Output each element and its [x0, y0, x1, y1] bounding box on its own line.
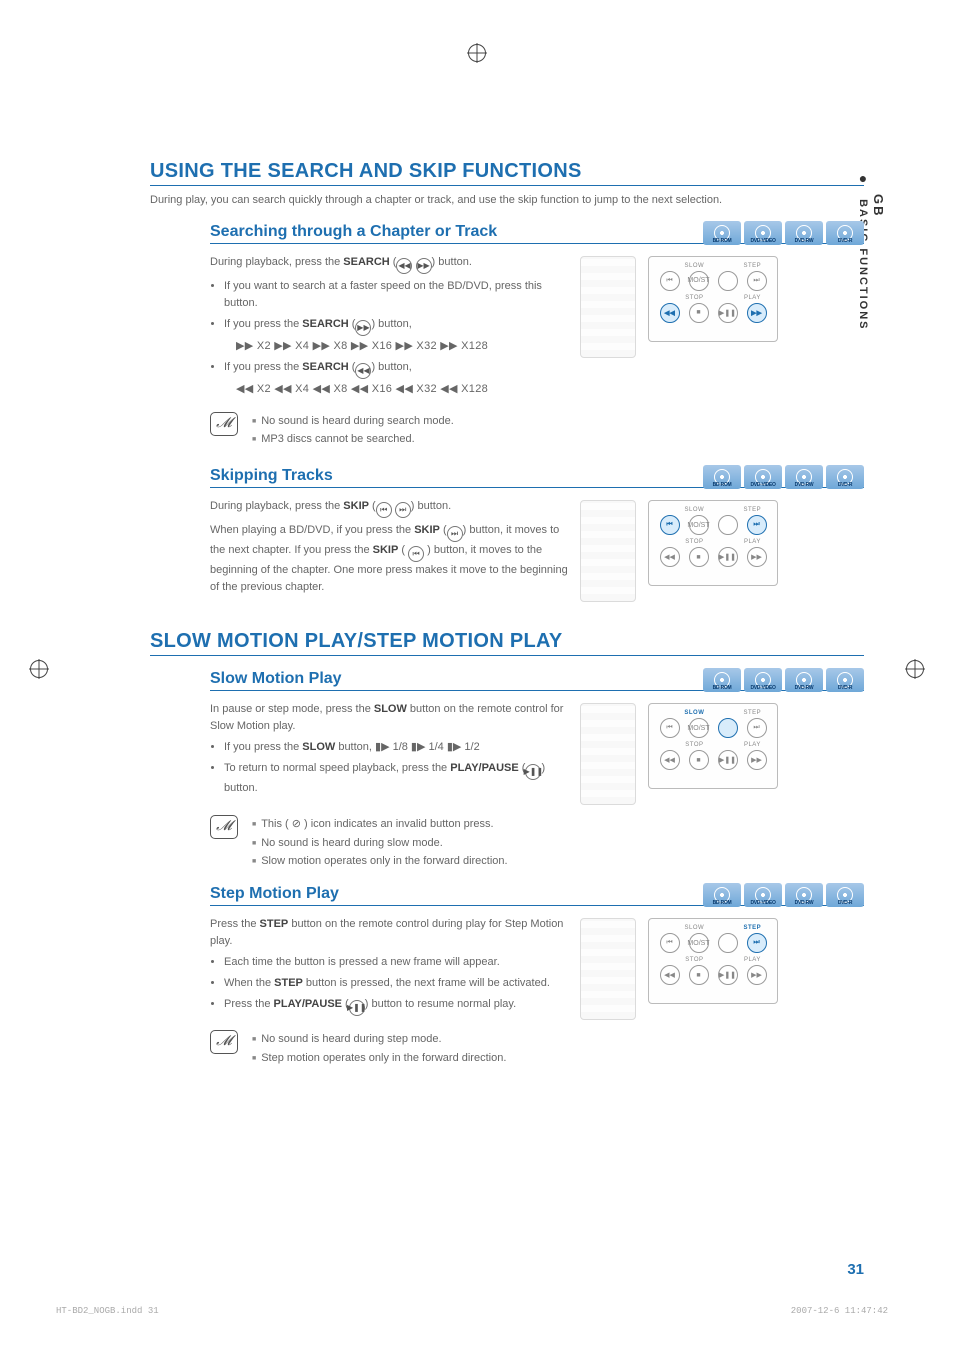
slow-button: [718, 515, 738, 535]
most-button: MO/ST: [689, 718, 709, 738]
disc-icon: BD-ROM: [703, 465, 741, 489]
registration-mark-top: [468, 44, 486, 62]
disc-icon: DVD-R: [826, 668, 864, 692]
skip-back-icon: ⏮: [660, 271, 680, 291]
disc-icons-row: BD-ROM DVD-VIDEO DVD-RW DVD-R: [703, 668, 864, 692]
disc-icons-row: BD-ROM DVD-VIDEO DVD-RW DVD-R: [703, 883, 864, 907]
play-pause-icon: ▶❚❚: [718, 547, 738, 567]
control-panel-illustration: SLOWSTEP ⏮ MO/ST ⏭ STOPPLAY ◀◀ ■ ▶❚❚ ▶▶: [648, 703, 778, 789]
skip-back-icon: ⏮: [660, 718, 680, 738]
fast-forward-icon: ▶▶: [747, 965, 767, 985]
footer-file: HT-BD2_NOGB.indd 31: [56, 1306, 159, 1316]
rewind-icon: ◀◀: [660, 965, 680, 985]
skip-forward-icon: ⏭: [747, 933, 767, 953]
rewind-icon: ◀◀: [396, 258, 412, 274]
skip-forward-icon: ⏭: [747, 271, 767, 291]
disc-icon: BD-ROM: [703, 883, 741, 907]
disc-icon: DVD-R: [826, 221, 864, 245]
skip-text: During playback, press the SKIP (⏮ ⏭) bu…: [210, 494, 570, 598]
note-icon: 𝓜: [210, 412, 238, 436]
play-pause-icon: ▶❚❚: [718, 965, 738, 985]
language-code: GB: [871, 170, 886, 241]
slow-button: [718, 933, 738, 953]
note-icon: 𝓜: [210, 815, 238, 839]
note-list: This ( ⊘ ) icon indicates an invalid but…: [252, 815, 508, 871]
fast-forward-icon: ▶▶: [747, 750, 767, 770]
stop-icon: ■: [689, 965, 709, 985]
disc-icon: DVD-VIDEO: [744, 221, 782, 245]
search-text: During playback, press the SEARCH (◀◀ ▶▶…: [210, 250, 570, 402]
control-panel-illustration: SLOWSTEP ⏮ MO/ST ⏭ STOPPLAY ◀◀ ■ ▶❚❚ ▶▶: [648, 256, 778, 342]
slow-button: [718, 271, 738, 291]
skip-forward-icon: ⏭: [447, 526, 463, 542]
rewind-speeds: ◀◀ X2 ◀◀ X4 ◀◀ X8 ◀◀ X16 ◀◀ X32 ◀◀ X128: [236, 381, 570, 398]
skip-back-icon: ⏮: [660, 515, 680, 535]
rewind-icon: ◀◀: [660, 750, 680, 770]
skip-forward-icon: ⏭: [747, 718, 767, 738]
fast-forward-icon: ▶▶: [747, 303, 767, 323]
rewind-icon: ◀◀: [660, 547, 680, 567]
stop-icon: ■: [689, 750, 709, 770]
heading-slow-step: SLOW MOTION PLAY/STEP MOTION PLAY: [150, 630, 864, 656]
disc-icon: BD-ROM: [703, 221, 741, 245]
play-pause-icon: ▶❚❚: [718, 750, 738, 770]
play-pause-icon: ▶❚❚: [718, 303, 738, 323]
disc-icon: DVD-R: [826, 465, 864, 489]
stop-icon: ■: [689, 547, 709, 567]
disc-icon: BD-ROM: [703, 668, 741, 692]
footer-date: 2007-12-6 11:47:42: [791, 1306, 888, 1316]
registration-mark-left: [30, 660, 48, 678]
control-panel-illustration: SLOWSTEP ⏮ MO/ST ⏭ STOPPLAY ◀◀ ■ ▶❚❚ ▶▶: [648, 500, 778, 586]
skip-forward-icon: ⏭: [747, 515, 767, 535]
control-panel-illustration: SLOWSTEP ⏮ MO/ST ⏭ STOPPLAY ◀◀ ■ ▶❚❚ ▶▶: [648, 918, 778, 1004]
rewind-icon: ◀◀: [660, 303, 680, 323]
slow-text: In pause or step mode, press the SLOW bu…: [210, 697, 570, 801]
skip-back-icon: ⏮: [376, 502, 392, 518]
skip-forward-icon: ⏭: [395, 502, 411, 518]
remote-illustration: [580, 500, 636, 602]
rewind-icon: ◀◀: [355, 363, 371, 379]
disc-icon: DVD-RW: [785, 883, 823, 907]
disc-icons-row: BD-ROM DVD-VIDEO DVD-RW DVD-R: [703, 221, 864, 245]
most-button: MO/ST: [689, 271, 709, 291]
disc-icon: DVD-RW: [785, 221, 823, 245]
disc-icon: DVD-RW: [785, 668, 823, 692]
side-tab: GB ● BASIC FUNCTIONS: [866, 170, 886, 331]
most-button: MO/ST: [689, 933, 709, 953]
disc-icon: DVD-RW: [785, 465, 823, 489]
fast-forward-speeds: ▶▶ X2 ▶▶ X4 ▶▶ X8 ▶▶ X16 ▶▶ X32 ▶▶ X128: [236, 338, 570, 355]
note-icon: 𝓜: [210, 1030, 238, 1054]
note-list: No sound is heard during step mode. Step…: [252, 1030, 506, 1067]
step-text: Press the STEP button on the remote cont…: [210, 912, 570, 1020]
most-button: MO/ST: [689, 515, 709, 535]
heading-search-skip: USING THE SEARCH AND SKIP FUNCTIONS: [150, 160, 864, 186]
remote-illustration: [580, 918, 636, 1020]
fast-forward-icon: ▶▶: [747, 547, 767, 567]
disc-icon: DVD-VIDEO: [744, 883, 782, 907]
registration-mark-right: [906, 660, 924, 678]
play-pause-icon: ▶❚❚: [525, 764, 541, 780]
play-pause-icon: ▶❚❚: [349, 1000, 365, 1016]
stop-icon: ■: [689, 303, 709, 323]
note-list: No sound is heard during search mode. MP…: [252, 412, 454, 449]
skip-back-icon: ⏮: [408, 546, 424, 562]
remote-illustration: [580, 703, 636, 805]
skip-back-icon: ⏮: [660, 933, 680, 953]
disc-icon: DVD-R: [826, 883, 864, 907]
page-number: 31: [847, 1261, 864, 1278]
fast-forward-icon: ▶▶: [416, 258, 432, 274]
slow-button: [718, 718, 738, 738]
remote-illustration: [580, 256, 636, 358]
intro-search-skip: During play, you can search quickly thro…: [150, 192, 864, 209]
disc-icon: DVD-VIDEO: [744, 668, 782, 692]
fast-forward-icon: ▶▶: [355, 320, 371, 336]
disc-icons-row: BD-ROM DVD-VIDEO DVD-RW DVD-R: [703, 465, 864, 489]
bullet-icon: ●: [855, 170, 871, 188]
disc-icon: DVD-VIDEO: [744, 465, 782, 489]
